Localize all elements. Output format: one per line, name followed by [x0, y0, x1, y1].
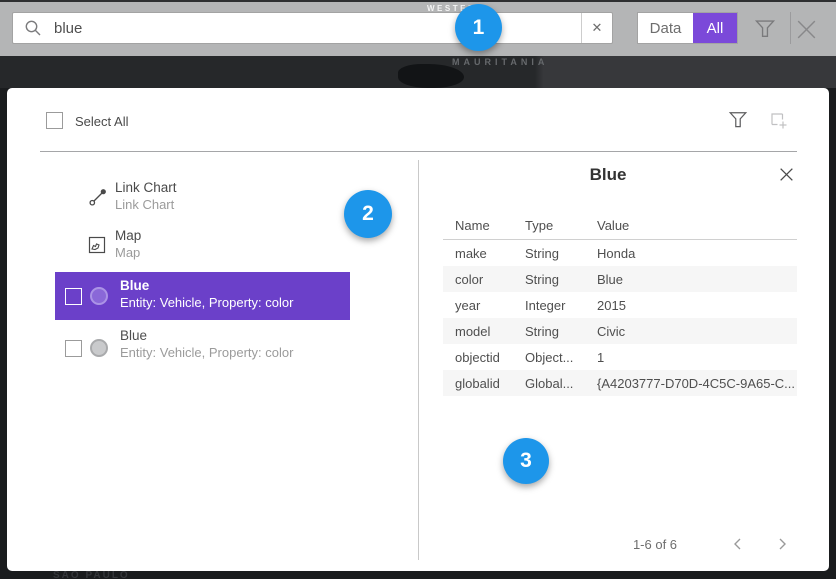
cell-value: 2015	[597, 298, 797, 313]
cell-type: Object...	[525, 350, 597, 365]
entity-circle-icon	[90, 287, 108, 305]
cell-name: model	[443, 324, 525, 339]
search-results-panel: Select All	[7, 88, 829, 571]
clear-search-button[interactable]: ✕	[581, 13, 612, 43]
annotation-callout-2: 2	[344, 190, 392, 238]
table-row: make String Honda	[443, 240, 797, 266]
cell-type: String	[525, 246, 597, 261]
header-divider	[40, 151, 797, 152]
result-subtitle: Link Chart	[115, 197, 348, 212]
annotation-callout-1: 1	[455, 4, 502, 51]
map-background-band: MAURITANIA	[0, 56, 836, 88]
result-title: Blue	[120, 278, 149, 293]
entity-circle-icon	[90, 339, 108, 357]
attributes-table: Name Type Value make String Honda color …	[443, 214, 797, 396]
details-close-icon[interactable]	[778, 166, 795, 183]
toolbar-filter-icon[interactable]	[754, 18, 776, 40]
cell-name: color	[443, 272, 525, 287]
cell-type: Integer	[525, 298, 597, 313]
cell-value: Blue	[597, 272, 797, 287]
table-row: model String Civic	[443, 318, 797, 344]
attributes-table-body: make String Honda color String Blue year…	[443, 240, 797, 396]
result-checkbox[interactable]	[65, 340, 82, 357]
result-checkbox[interactable]	[65, 288, 82, 305]
result-item-blue-selected[interactable]: Blue Entity: Vehicle, Property: color	[55, 272, 350, 320]
link-chart-icon	[88, 187, 108, 207]
results-filter-icon[interactable]	[728, 110, 748, 130]
table-row: globalid Global... {A4203777-D70D-4C5C-9…	[443, 370, 797, 396]
result-title: Map	[115, 228, 348, 243]
cell-name: year	[443, 298, 525, 313]
screen: WESTERN ✕ Data All	[0, 0, 836, 579]
column-header-value: Value	[597, 218, 797, 233]
search-toolbar: WESTERN ✕ Data All	[0, 2, 836, 56]
table-row: objectid Object... 1	[443, 344, 797, 370]
column-header-name: Name	[443, 218, 525, 233]
map-icon	[88, 236, 106, 254]
details-title: Blue	[418, 165, 798, 185]
scope-option-data[interactable]: Data	[638, 13, 693, 43]
search-icon	[24, 19, 42, 37]
map-label-sao-paulo: SAO PAULO	[53, 570, 130, 579]
result-subtitle: Entity: Vehicle, Property: color	[120, 345, 293, 360]
cell-value: {A4203777-D70D-4C5C-9A65-C...	[597, 376, 797, 391]
cell-name: objectid	[443, 350, 525, 365]
cell-name: globalid	[443, 376, 525, 391]
table-row: year Integer 2015	[443, 292, 797, 318]
pagination-prev-icon[interactable]	[731, 537, 745, 551]
search-box[interactable]: ✕	[12, 12, 613, 44]
search-scope-toggle: Data All	[637, 12, 738, 44]
add-to-selection-icon[interactable]	[769, 111, 789, 131]
column-header-type: Type	[525, 218, 597, 233]
pagination-label: 1-6 of 6	[605, 537, 705, 552]
result-title: Link Chart	[115, 180, 348, 195]
attributes-table-header: Name Type Value	[443, 214, 797, 236]
result-subtitle: Entity: Vehicle, Property: color	[120, 295, 293, 310]
pagination-next-icon[interactable]	[775, 537, 789, 551]
cell-type: Global...	[525, 376, 597, 391]
cell-value: Honda	[597, 246, 797, 261]
result-item-blue[interactable]: Blue Entity: Vehicle, Property: color	[55, 324, 350, 372]
cell-value: 1	[597, 350, 797, 365]
cell-type: String	[525, 324, 597, 339]
annotation-callout-3: 3	[503, 438, 549, 484]
result-subtitle: Map	[115, 245, 348, 260]
toolbar-divider	[790, 12, 791, 44]
map-landmass-shape	[398, 64, 464, 88]
map-label-mauritania: MAURITANIA	[452, 57, 548, 67]
result-item-map[interactable]: Map Map	[88, 228, 348, 268]
select-all-label: Select All	[75, 114, 128, 129]
result-title: Blue	[120, 328, 147, 343]
cell-value: Civic	[597, 324, 797, 339]
cell-type: String	[525, 272, 597, 287]
list-details-divider	[418, 160, 419, 560]
cell-name: make	[443, 246, 525, 261]
scope-option-all[interactable]: All	[693, 13, 737, 43]
result-item-link-chart[interactable]: Link Chart Link Chart	[88, 180, 348, 220]
close-search-icon[interactable]	[794, 17, 819, 42]
table-row: color String Blue	[443, 266, 797, 292]
select-all-checkbox[interactable]	[46, 112, 63, 129]
